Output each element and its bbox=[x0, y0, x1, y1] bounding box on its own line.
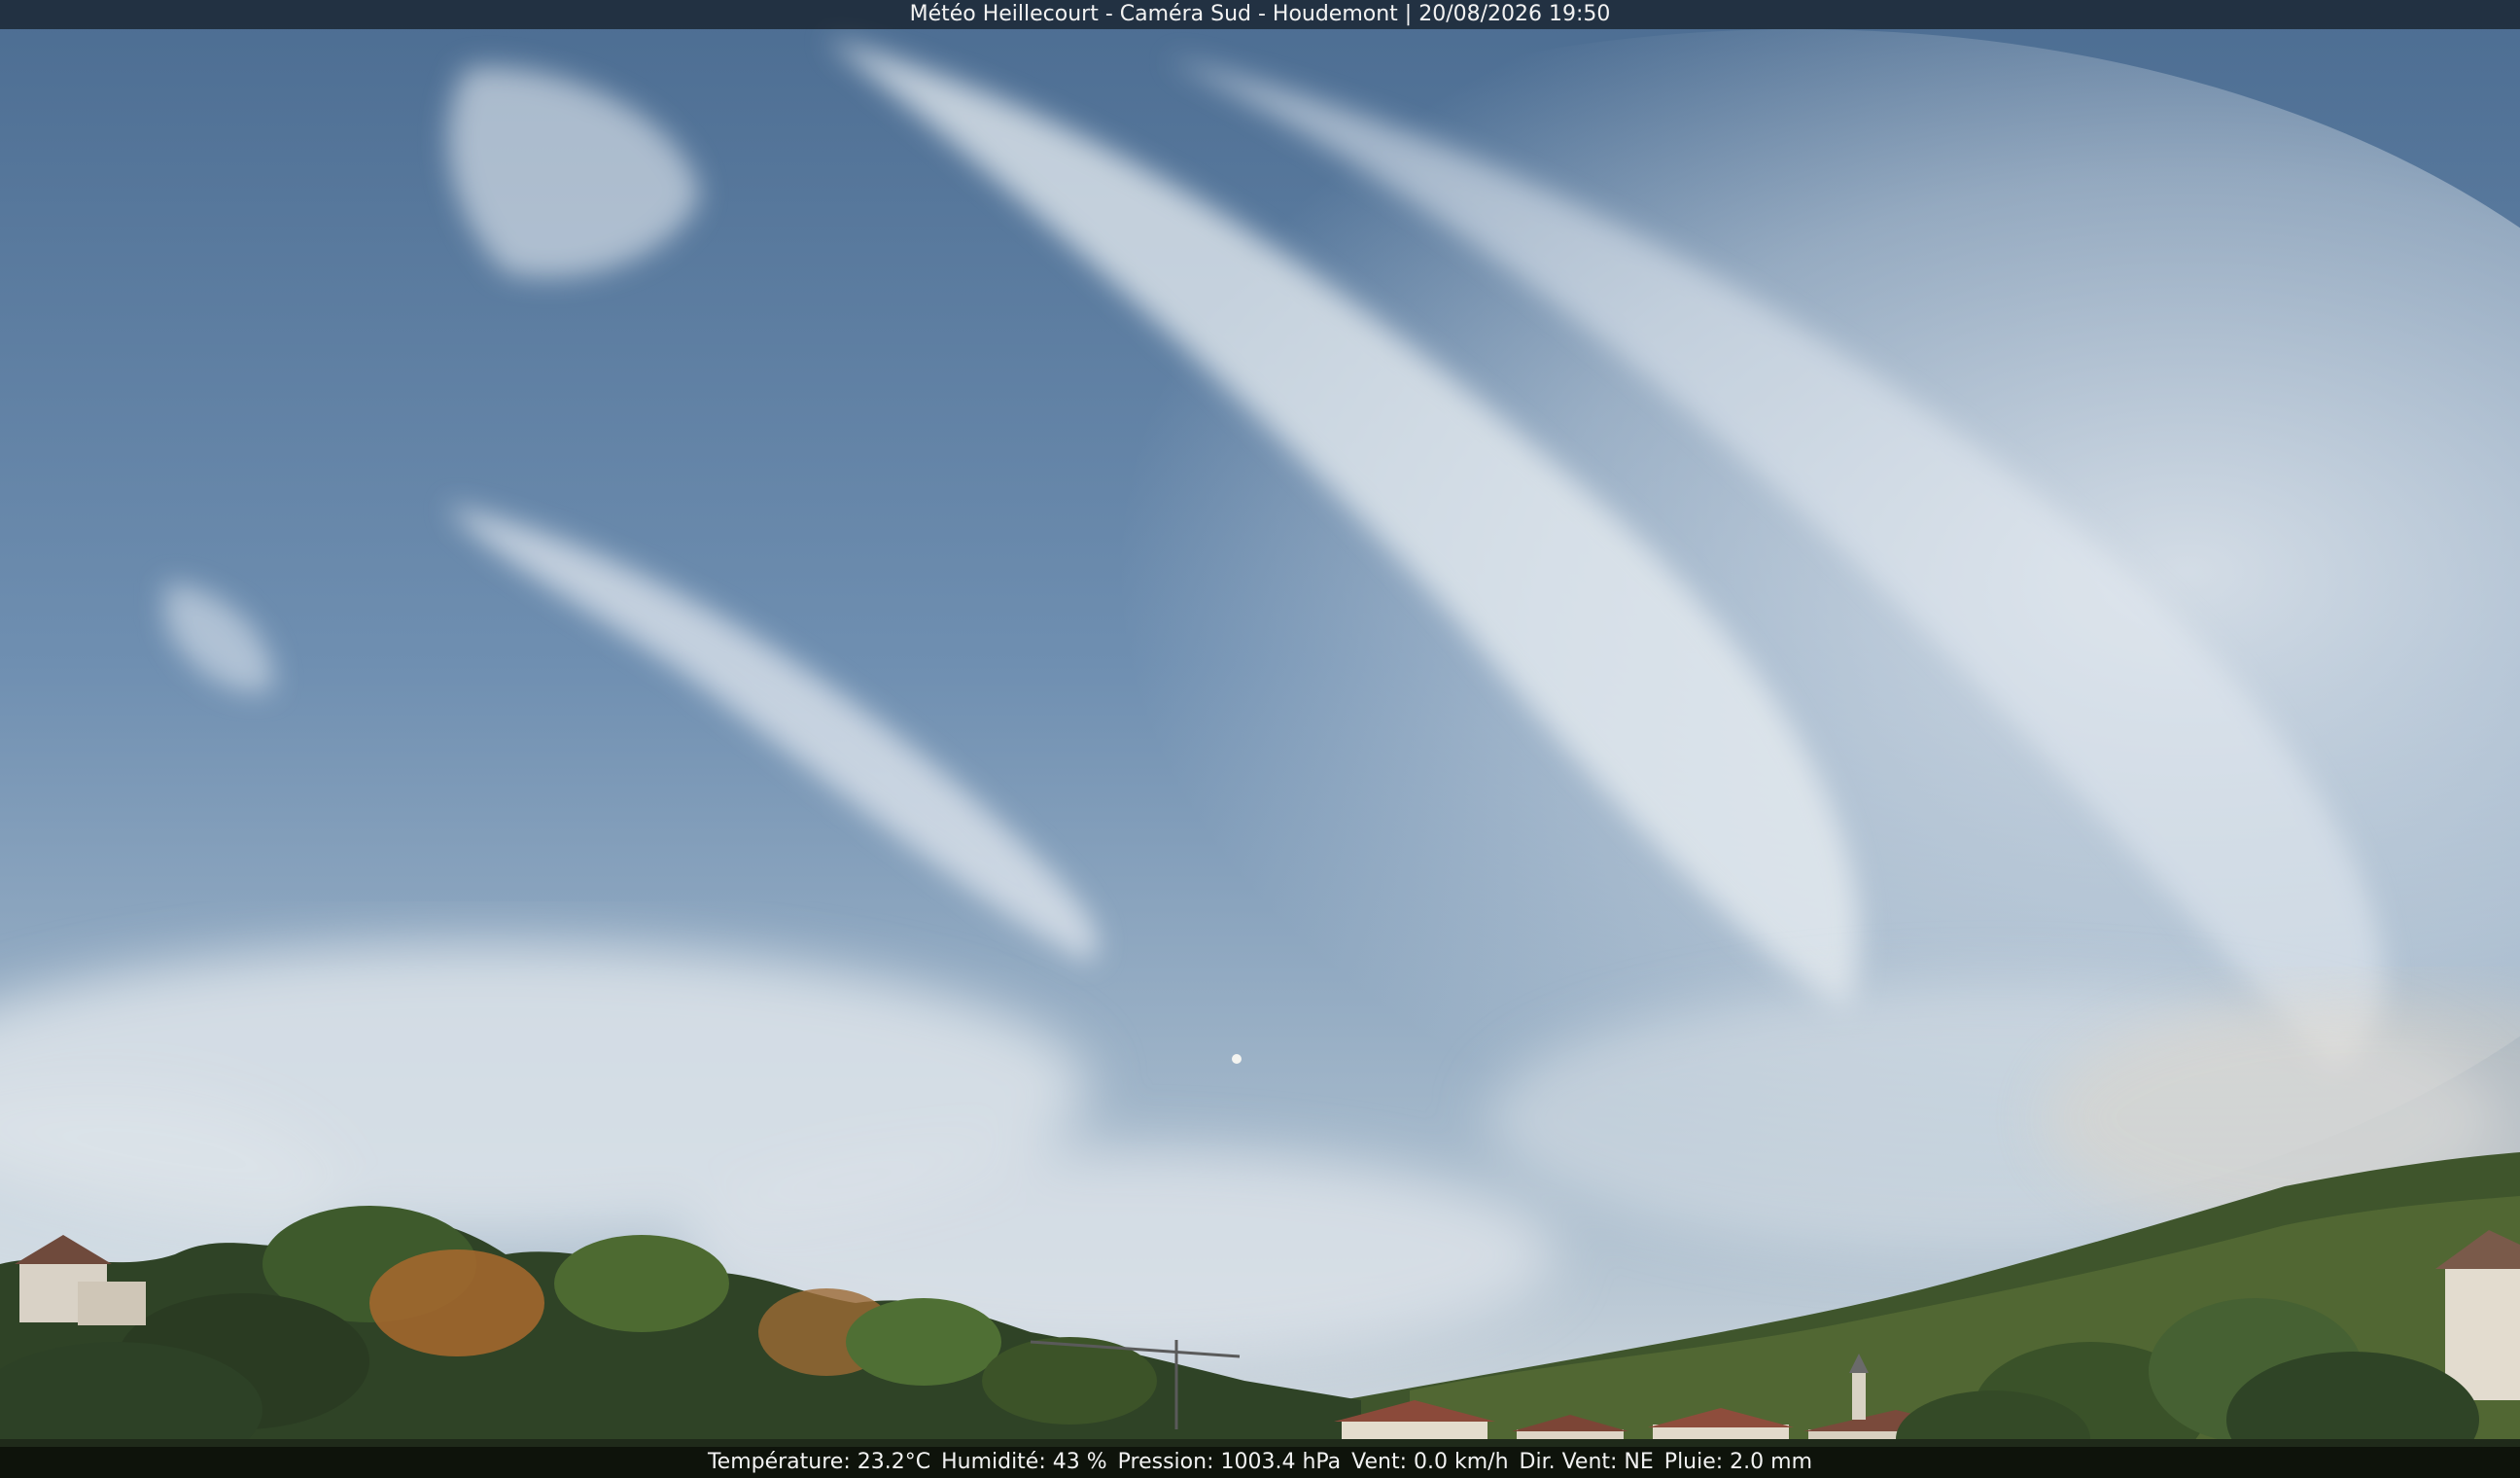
wind-speed-readout: Vent: 0.0 km/h bbox=[1351, 1450, 1509, 1474]
pressure-readout: Pression: 1003.4 hPa bbox=[1117, 1450, 1342, 1474]
webcam-scene bbox=[0, 0, 2520, 1478]
caption-text: Météo Heillecourt - Caméra Sud - Houdemo… bbox=[909, 2, 1611, 26]
caption-bar: Météo Heillecourt - Caméra Sud - Houdemo… bbox=[0, 0, 2520, 29]
temperature-readout: Température: 23.2°C bbox=[707, 1450, 931, 1474]
wind-direction-readout: Dir. Vent: NE bbox=[1519, 1450, 1654, 1474]
webcam-frame: Météo Heillecourt - Caméra Sud - Houdemo… bbox=[0, 0, 2520, 1478]
humidity-readout: Humidité: 43 % bbox=[941, 1450, 1107, 1474]
rain-readout: Pluie: 2.0 mm bbox=[1663, 1450, 1813, 1474]
weather-bar: Température: 23.2°C Humidité: 43 % Press… bbox=[0, 1447, 2520, 1478]
moon bbox=[1232, 1054, 1242, 1064]
